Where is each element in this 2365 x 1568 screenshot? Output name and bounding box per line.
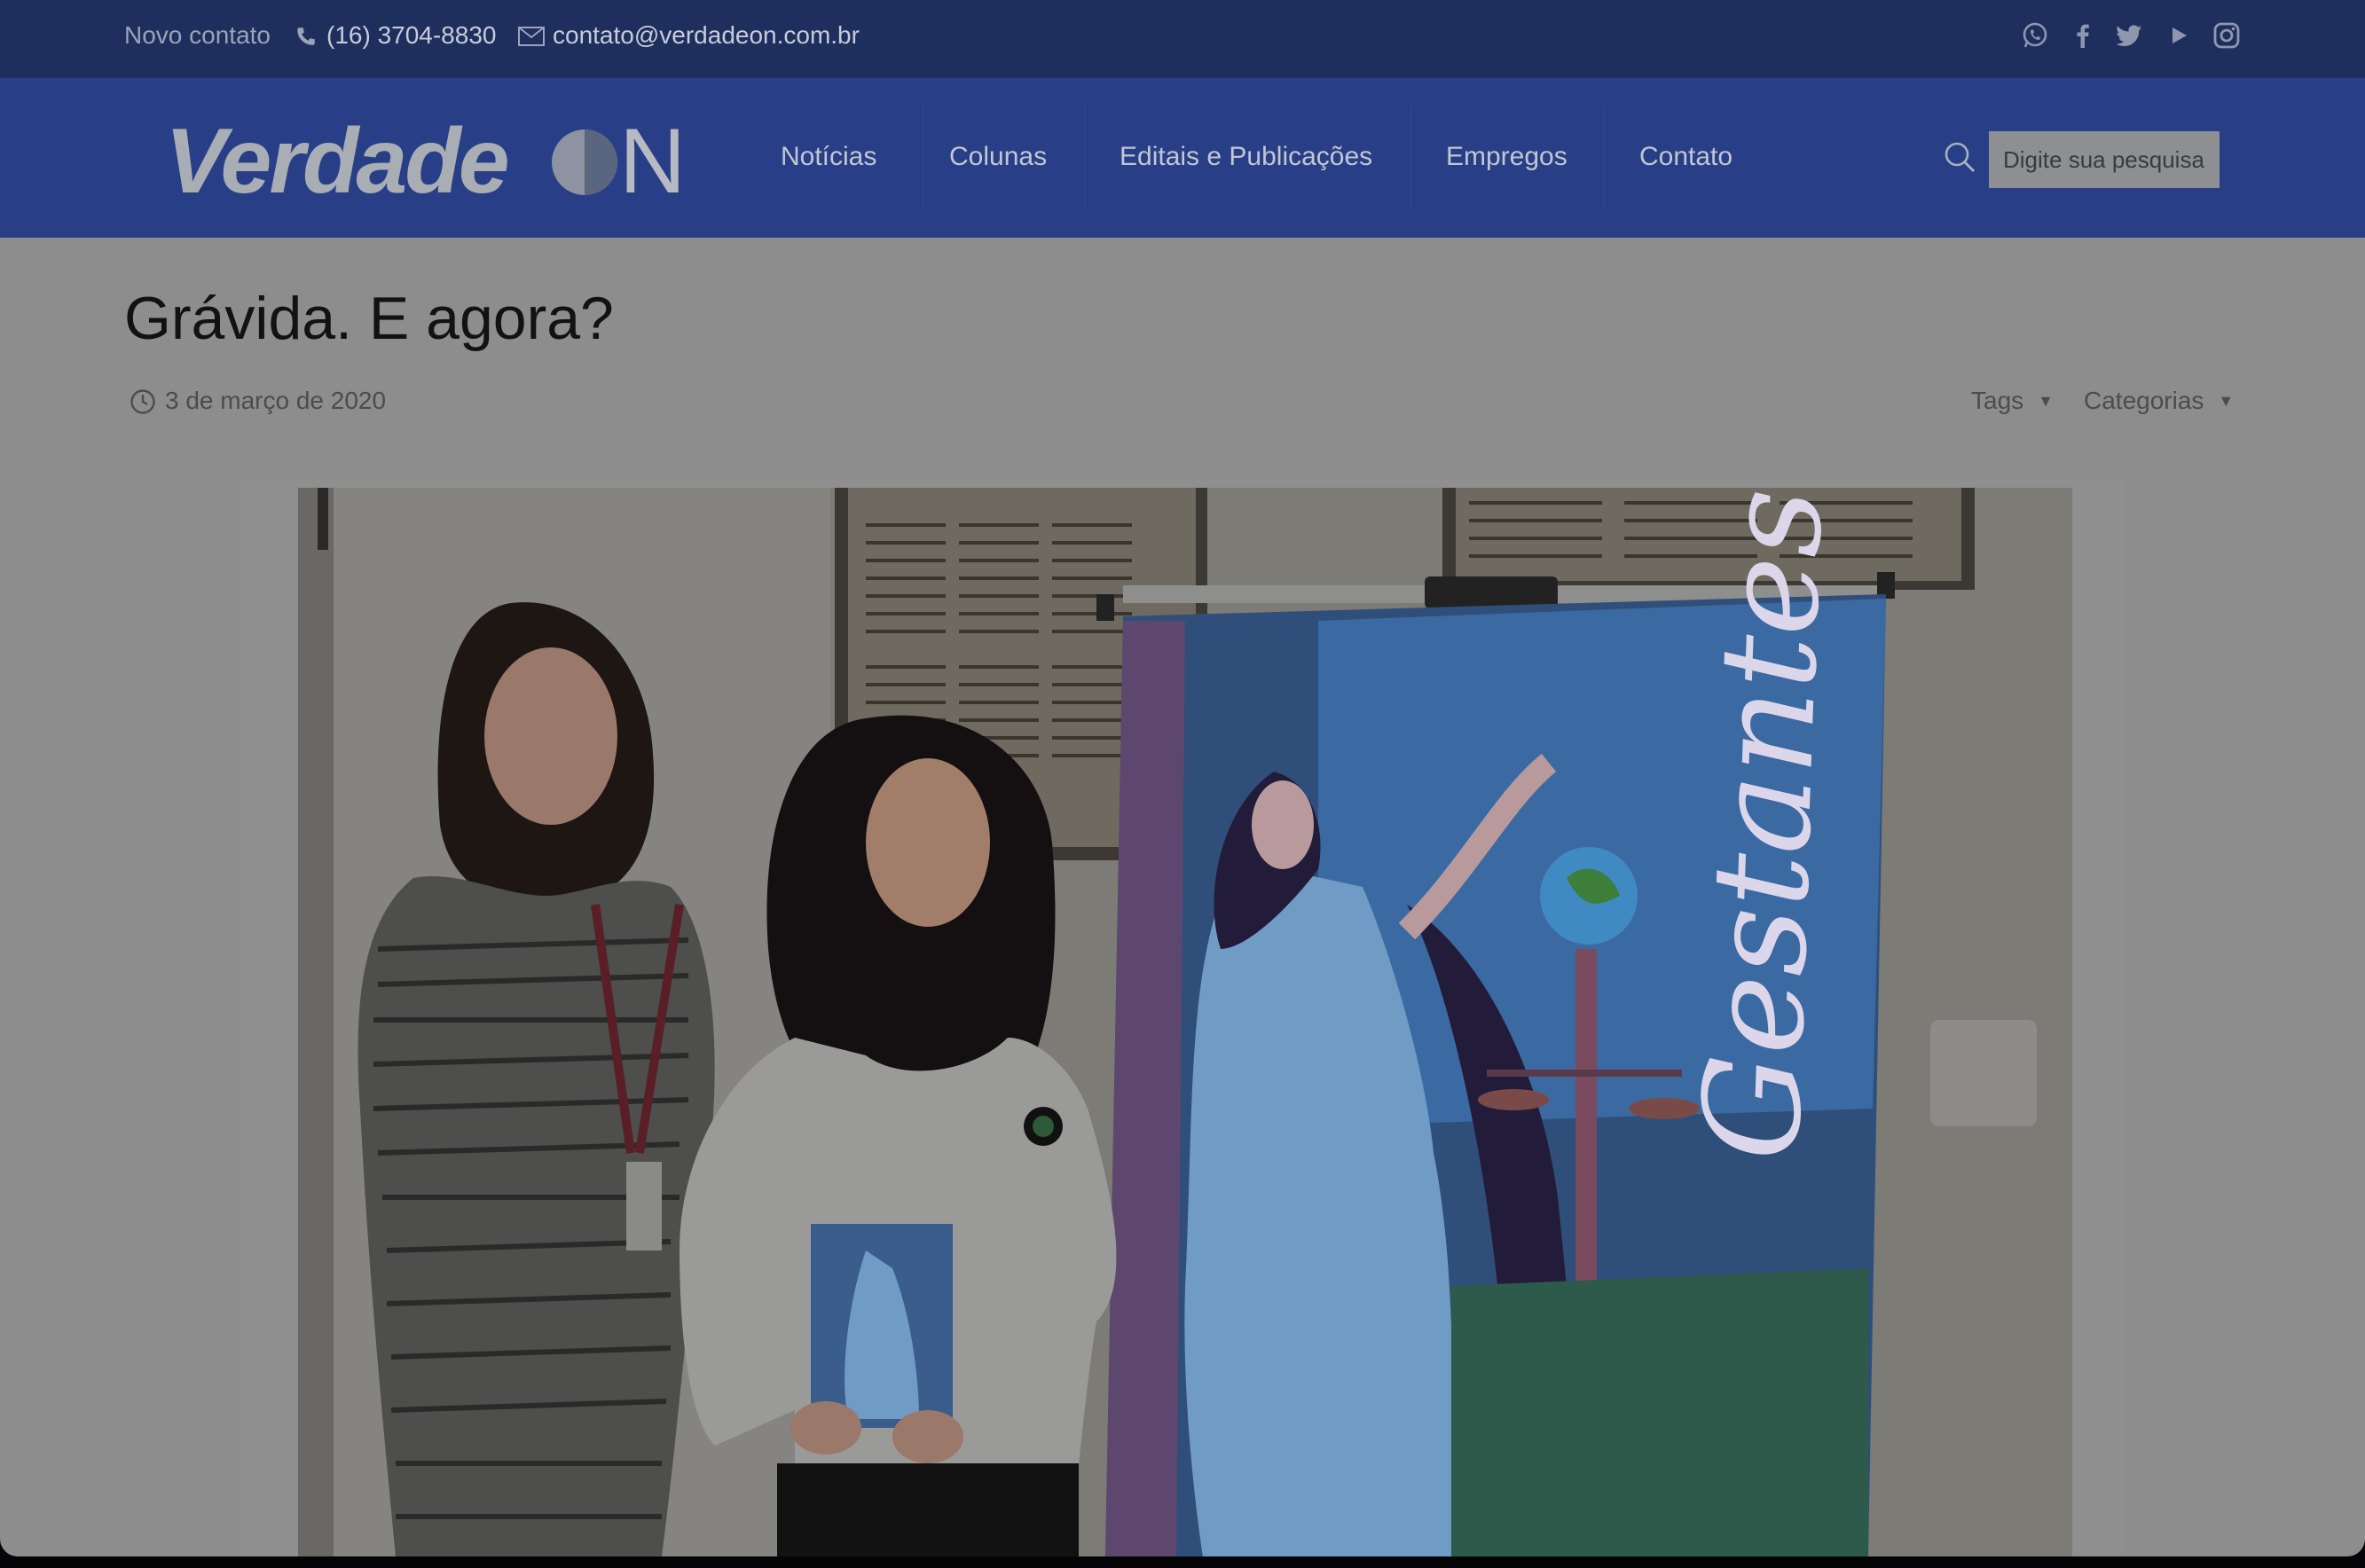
- nav-divider: [1604, 105, 1605, 211]
- logo-wordmark: Verdade: [165, 110, 510, 213]
- youtube-icon[interactable]: [2165, 21, 2193, 50]
- mail-icon: [518, 27, 545, 46]
- top-bar: Novo contato (16) 3704-8830 contato@verd…: [0, 0, 2365, 78]
- email-link[interactable]: contato@verdadeon.com.br: [553, 21, 860, 50]
- page: Novo contato (16) 3704-8830 contato@verd…: [0, 0, 2365, 1556]
- caret-down-icon: ▼: [2038, 392, 2054, 410]
- logo-n-letter: N: [619, 110, 687, 213]
- date-text: 3 de março de 2020: [165, 387, 387, 414]
- phone-icon: [297, 27, 315, 45]
- banner: Gestantes:: [1096, 488, 1895, 1556]
- new-contact-label: Novo contato: [124, 21, 271, 49]
- logo-o-mark: [552, 129, 617, 195]
- tags-dropdown[interactable]: Tags ▼: [1971, 387, 2054, 415]
- search-icon[interactable]: [1943, 140, 1976, 174]
- nav-item-noticias[interactable]: Notícias: [781, 142, 876, 172]
- caret-down-icon: ▼: [2218, 392, 2235, 410]
- categories-dropdown[interactable]: Categorias ▼: [2084, 387, 2234, 415]
- nav-item-empregos[interactable]: Empregos: [1446, 142, 1568, 172]
- nav-divider: [1084, 105, 1085, 211]
- article-title: Grávida. E agora?: [124, 285, 614, 352]
- nav-item-contato[interactable]: Contato: [1639, 142, 1732, 172]
- nav-item-colunas[interactable]: Colunas: [949, 142, 1047, 172]
- categories-label: Categorias: [2084, 387, 2204, 414]
- nav-divider: [1410, 105, 1411, 211]
- nav-item-editais[interactable]: Editais e Publicações: [1120, 142, 1372, 172]
- whatsapp-icon[interactable]: [2021, 21, 2049, 50]
- search-input[interactable]: [1989, 131, 2220, 188]
- site-logo[interactable]: Verdade N: [165, 110, 686, 213]
- phone-link[interactable]: (16) 3704-8830: [326, 21, 496, 50]
- tags-label: Tags: [1971, 387, 2024, 414]
- banner-text: Gestantes:: [1675, 488, 1854, 1163]
- main-header: Verdade N Notícias Colunas Editais e Pub…: [0, 78, 2365, 238]
- clock-icon: [130, 389, 155, 414]
- instagram-icon[interactable]: [2212, 21, 2241, 50]
- facebook-icon[interactable]: [2069, 21, 2097, 50]
- twitter-icon[interactable]: [2115, 21, 2143, 50]
- featured-image: Gestantes:: [298, 488, 2072, 1556]
